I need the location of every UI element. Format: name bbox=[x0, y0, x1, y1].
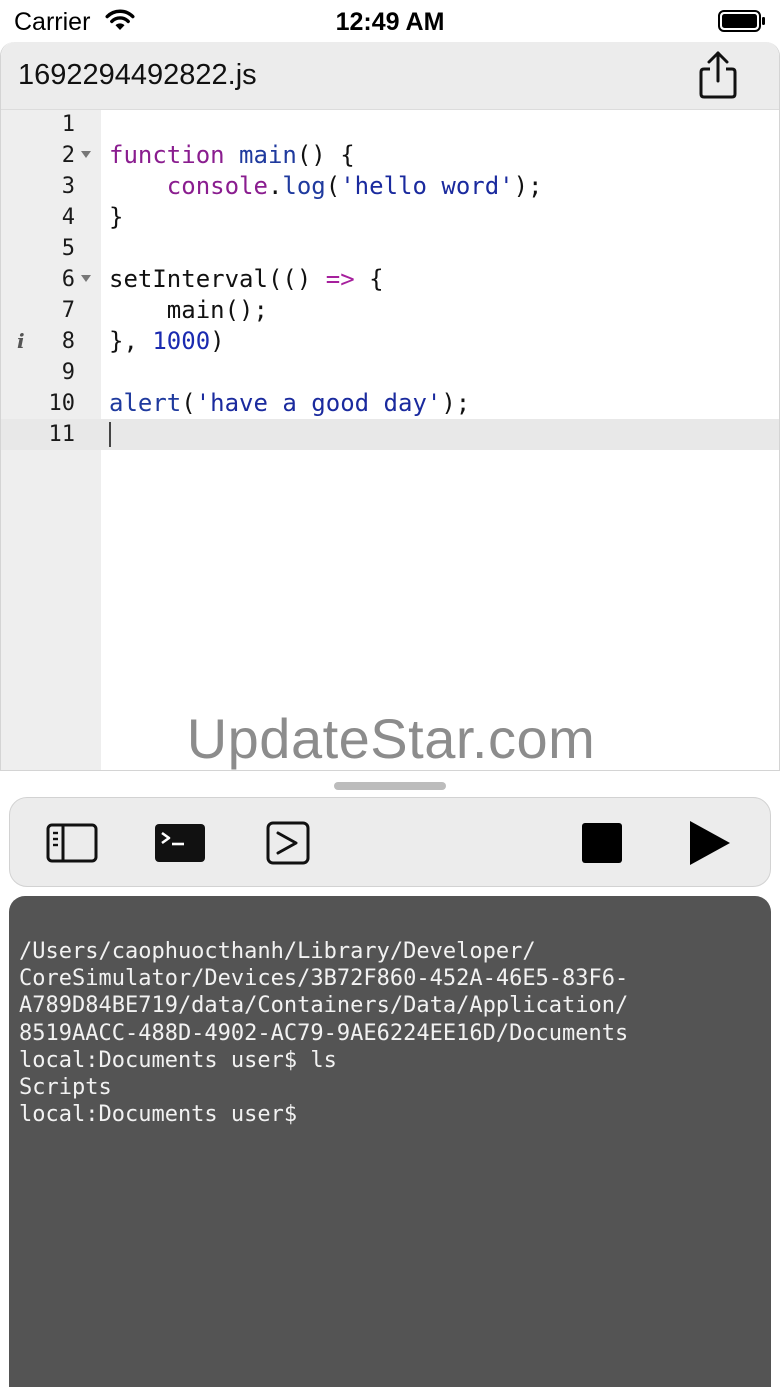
line-number: 11 bbox=[48, 422, 76, 447]
line-number: 8 bbox=[61, 329, 75, 354]
code-token: function bbox=[109, 141, 225, 169]
watermark: UpdateStar.com bbox=[186, 707, 596, 770]
line-number: 4 bbox=[61, 205, 75, 230]
code-token: ( bbox=[325, 172, 341, 200]
editor-panel: 1692294492822.js 1 2 function main() {3 co… bbox=[0, 42, 780, 771]
code-text: }, 1000) bbox=[109, 326, 225, 357]
code-text: main(); bbox=[109, 295, 268, 326]
code-line[interactable]: 6 setInterval(() => { bbox=[1, 264, 779, 295]
terminal-panel[interactable]: /Users/caophuocthanh/Library/Developer/C… bbox=[9, 896, 771, 1387]
code-line[interactable]: 9 bbox=[1, 357, 779, 388]
code-token: ); bbox=[513, 172, 543, 200]
terminal-output: /Users/caophuocthanh/Library/Developer/C… bbox=[19, 938, 759, 1128]
fold-arrow-icon[interactable] bbox=[81, 275, 91, 282]
code-token: main bbox=[239, 141, 297, 169]
code-line[interactable]: 2 function main() { bbox=[1, 140, 779, 171]
terminal-line: Scripts bbox=[19, 1075, 112, 1101]
terminal-line: /Users/caophuocthanh/Library/Developer/ bbox=[19, 939, 536, 964]
code-token: () { bbox=[296, 141, 355, 169]
line-number: 9 bbox=[61, 360, 75, 385]
code-line[interactable]: 7 main(); bbox=[1, 295, 779, 326]
terminal-line: local:Documents user$ bbox=[19, 1102, 298, 1128]
fold-arrow-icon[interactable] bbox=[81, 151, 91, 158]
code-token: alert bbox=[109, 389, 182, 417]
code-line[interactable]: 1 bbox=[1, 109, 779, 140]
code-token: console bbox=[166, 172, 268, 200]
code-text: function main() { bbox=[109, 140, 355, 171]
code-token: ) bbox=[210, 327, 225, 355]
line-number: 6 bbox=[61, 267, 75, 292]
code-line[interactable]: i 8}, 1000) bbox=[1, 326, 779, 357]
terminal-line: 8519AACC-488D-4902-AC79-9AE6224EE16D/Doc… bbox=[19, 1020, 629, 1046]
toolbar bbox=[9, 797, 771, 887]
code-line[interactable]: 11 bbox=[1, 419, 779, 450]
code-line[interactable]: 10 alert('have a good day'); bbox=[1, 388, 779, 419]
terminal-line: local:Documents user$ ls bbox=[19, 1047, 337, 1073]
code-token: ( bbox=[181, 389, 196, 417]
code-token: main(); bbox=[109, 296, 268, 324]
code-line[interactable]: 3 console.log('hello word'); bbox=[1, 171, 779, 202]
clock: 12:49 AM bbox=[335, 8, 445, 36]
file-name: 1692294492822.js bbox=[18, 59, 257, 91]
line-number: 2 bbox=[61, 143, 75, 168]
share-icon[interactable] bbox=[695, 48, 741, 102]
line-number: 7 bbox=[61, 298, 75, 323]
play-icon[interactable] bbox=[688, 820, 732, 866]
code-line[interactable]: 5 bbox=[1, 233, 779, 264]
code-token: 'have a good day' bbox=[195, 389, 442, 417]
code-token: ); bbox=[441, 389, 471, 417]
console-icon[interactable] bbox=[266, 820, 310, 866]
line-number: 10 bbox=[48, 391, 76, 416]
terminal-icon[interactable] bbox=[154, 820, 206, 866]
code-token: }, bbox=[109, 327, 153, 355]
text-cursor bbox=[109, 422, 111, 447]
code-token: 'hello word' bbox=[340, 172, 514, 200]
code-token: log bbox=[282, 172, 326, 200]
terminal-line: A789D84BE719/data/Containers/Data/Applic… bbox=[19, 993, 629, 1019]
terminal-line: CoreSimulator/Devices/3B72F860-452A-46E5… bbox=[19, 966, 629, 992]
code-token: 1000 bbox=[152, 327, 211, 355]
code-token: => bbox=[325, 265, 355, 293]
line-number: 1 bbox=[61, 112, 75, 137]
stop-icon[interactable] bbox=[580, 820, 624, 866]
code-text: console.log('hello word'); bbox=[109, 171, 543, 202]
code-line[interactable]: 4} bbox=[1, 202, 779, 233]
code-text: alert('have a good day'); bbox=[109, 388, 470, 419]
line-number: 5 bbox=[61, 236, 75, 261]
code-token: setInterval(() bbox=[109, 265, 326, 293]
code-token: } bbox=[109, 203, 124, 231]
code-token: . bbox=[267, 172, 283, 200]
code-text: } bbox=[109, 202, 123, 233]
sidebar-icon[interactable] bbox=[46, 820, 98, 866]
line-number: 3 bbox=[61, 174, 75, 199]
code-text: setInterval(() => { bbox=[109, 264, 384, 295]
battery-icon bbox=[718, 10, 765, 32]
code-token: { bbox=[354, 265, 384, 293]
panel-drag-handle[interactable] bbox=[334, 782, 446, 790]
editor-title-bar: 1692294492822.js bbox=[1, 42, 779, 110]
status-bar: Carrier 12:49 AM bbox=[0, 0, 780, 44]
